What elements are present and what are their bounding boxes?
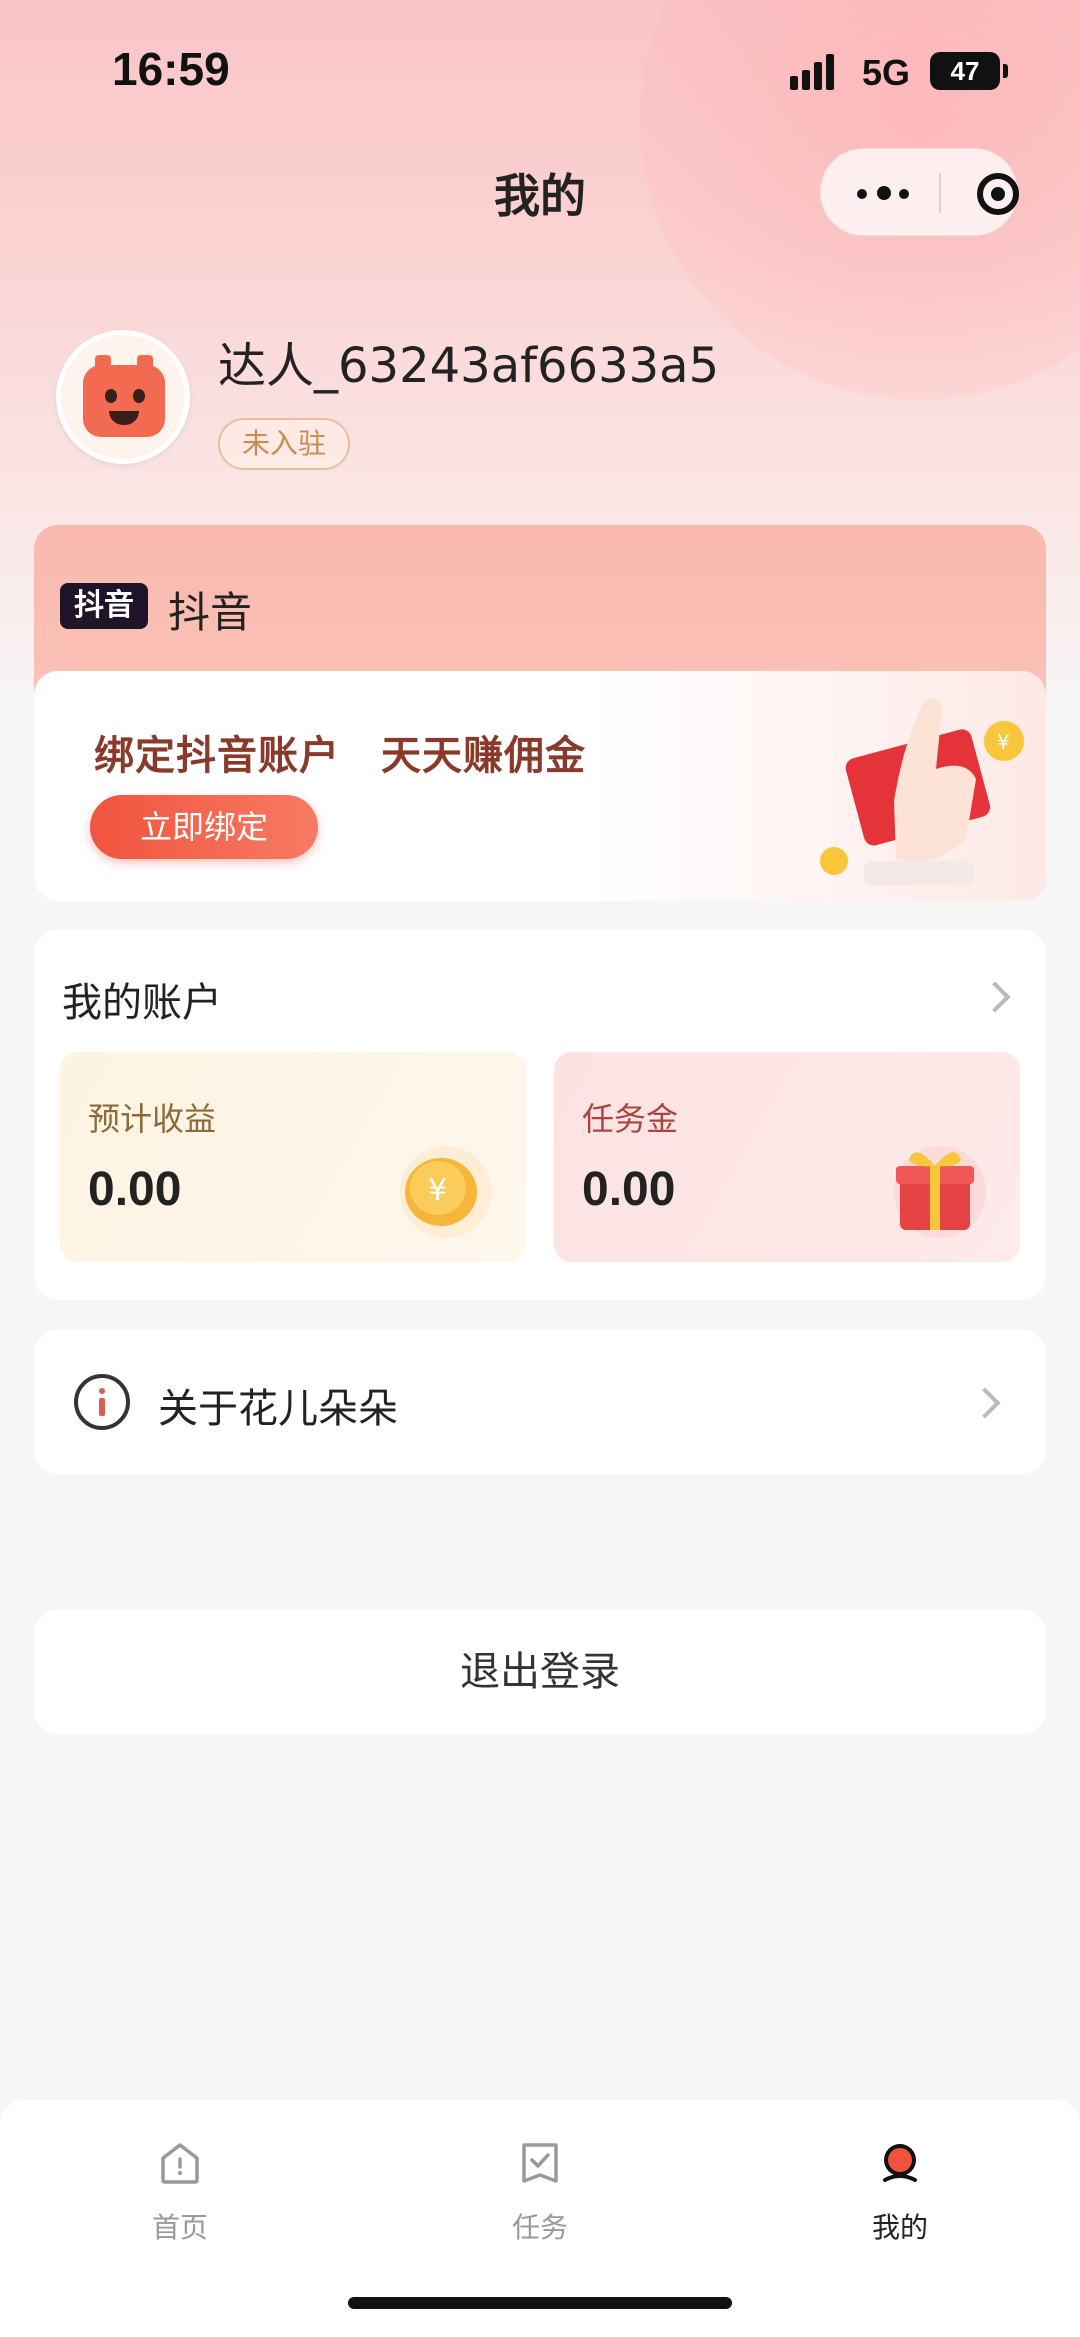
tab-home-label: 首页	[151, 2211, 208, 2244]
douyin-platform-name: 抖音	[168, 588, 253, 637]
signal-icon	[790, 54, 842, 90]
home-indicator	[348, 2297, 732, 2309]
profile-icon	[883, 2144, 917, 2182]
chevron-right-icon	[969, 1387, 1001, 1419]
my-account-card: 我的账户 预计收益 0.00 ¥ 任务金 0.00	[34, 930, 1046, 1300]
gift-box-icon	[894, 1146, 986, 1238]
bind-now-button[interactable]: 立即绑定	[90, 795, 318, 859]
douyin-card-header: 抖音 抖音	[34, 525, 1046, 675]
info-icon	[74, 1374, 130, 1430]
douyin-card-body: 绑定抖音账户 天天赚佣金 立即绑定 ¥	[34, 671, 1046, 901]
about-row[interactable]: 关于花儿朵朵	[34, 1330, 1046, 1474]
tab-task[interactable]: 任务	[440, 2130, 640, 2260]
task-money-label: 任务金	[582, 1100, 679, 1138]
avatar[interactable]	[56, 330, 190, 464]
capsule-divider	[939, 173, 941, 213]
douyin-slogan: 绑定抖音账户 天天赚佣金	[94, 733, 586, 779]
status-bar: 16:59 5G 47	[0, 0, 1080, 140]
estimated-income-tile[interactable]: 预计收益 0.00 ¥	[60, 1052, 526, 1262]
logout-button[interactable]: 退出登录	[34, 1610, 1046, 1734]
chevron-right-icon[interactable]	[979, 981, 1011, 1013]
miniprogram-capsule	[820, 148, 1019, 236]
tab-mine[interactable]: 我的	[800, 2130, 1000, 2260]
douyin-bind-card[interactable]: 抖音 抖音 绑定抖音账户 天天赚佣金 立即绑定 ¥	[34, 525, 1046, 901]
estimated-income-value: 0.00	[88, 1163, 182, 1216]
username: 达人_63243af6633a5	[218, 338, 720, 394]
douyin-logo-icon: 抖音	[60, 583, 148, 629]
task-money-value: 0.00	[582, 1163, 676, 1216]
tab-home[interactable]: 首页	[80, 2130, 280, 2260]
more-icon[interactable]	[857, 177, 917, 209]
task-icon	[522, 2143, 558, 2183]
svg-text:¥: ¥	[997, 730, 1010, 754]
coin-icon: ¥	[400, 1146, 492, 1238]
network-type: 5G	[862, 52, 911, 93]
estimated-income-label: 预计收益	[88, 1100, 217, 1138]
status-badge: 未入驻	[218, 418, 351, 470]
account-title: 我的账户	[62, 980, 222, 1026]
home-icon	[161, 2143, 199, 2184]
tab-mine-label: 我的	[871, 2211, 928, 2244]
status-time: 16:59	[112, 43, 230, 95]
close-miniprogram-icon[interactable]	[977, 173, 1019, 215]
tab-task-label: 任务	[511, 2211, 568, 2244]
about-label: 关于花儿朵朵	[158, 1386, 398, 1432]
red-envelope-hand-icon: ¥	[820, 697, 1024, 885]
svg-text:¥: ¥	[428, 1173, 447, 1208]
task-money-tile[interactable]: 任务金 0.00	[554, 1052, 1020, 1262]
battery-icon: 47	[930, 52, 1008, 90]
